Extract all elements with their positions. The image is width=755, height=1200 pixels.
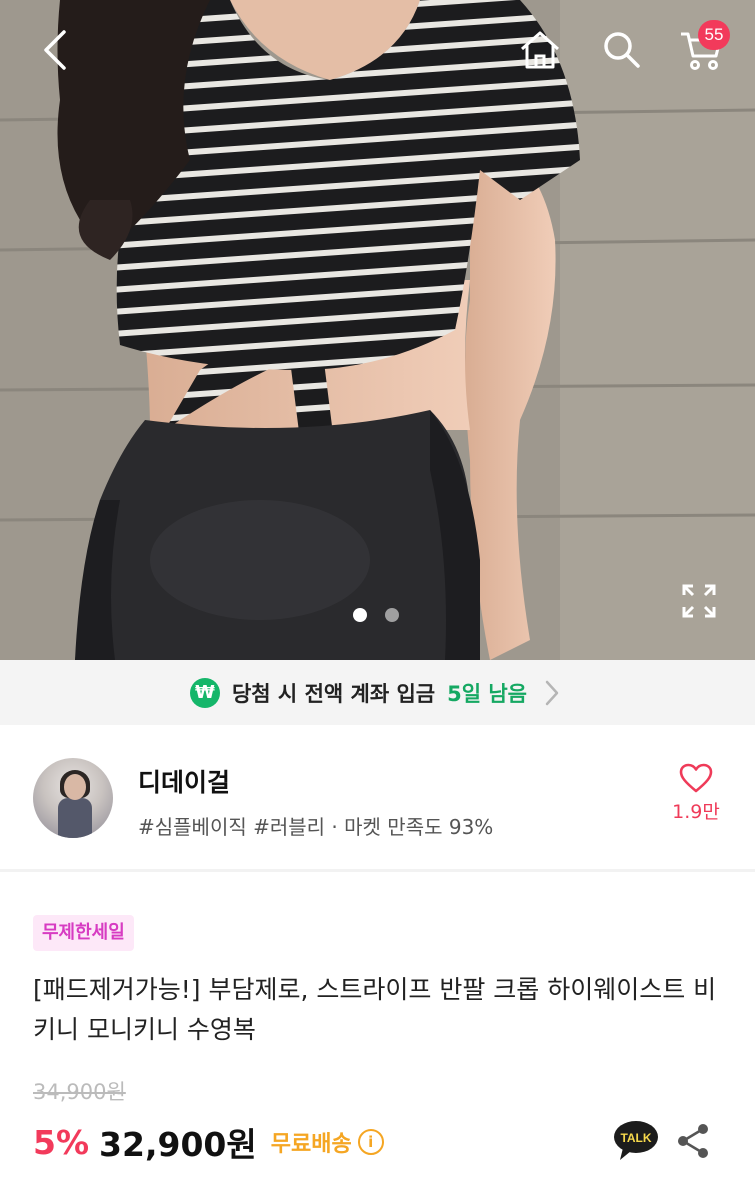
chevron-left-icon — [44, 30, 66, 70]
sale-badge: 무제한세일 — [33, 915, 134, 951]
pagination-dot[interactable] — [385, 608, 399, 622]
chevron-right-icon — [539, 678, 565, 708]
search-icon — [604, 32, 640, 68]
promo-text: 당첨 시 전액 계좌 입금 — [231, 681, 436, 706]
share-icon — [678, 1124, 708, 1158]
sale-price: 32,900원 — [99, 1125, 257, 1164]
free-shipping-label: 무료배송 — [270, 1132, 352, 1157]
kakao-talk-button[interactable]: TALK — [611, 1118, 661, 1164]
kakao-talk-label: TALK — [620, 1131, 651, 1145]
gallery-pagination — [353, 608, 399, 622]
like-count: 1.9만 — [672, 801, 720, 823]
home-button[interactable] — [512, 22, 568, 78]
pagination-dot-active[interactable] — [353, 608, 367, 622]
product-photo — [0, 0, 755, 660]
product-title: [패드제거가능!] 부담제로, 스트라이프 반팔 크롭 하이웨이스트 비키니 모… — [33, 975, 717, 1044]
info-icon[interactable]: i — [357, 1129, 384, 1155]
cart-count-badge: 55 — [698, 20, 730, 50]
original-price: 34,900원 — [33, 1080, 126, 1104]
expand-icon — [682, 584, 716, 618]
heart-icon — [679, 763, 713, 793]
search-button[interactable] — [594, 22, 650, 78]
promo-days-left: 5일 남음 — [447, 681, 527, 706]
like-button[interactable]: 1.9만 — [668, 763, 724, 824]
product-image-gallery[interactable]: 55 — [0, 0, 755, 660]
price-row: 5% 32,900원 무료배송 i — [33, 1117, 384, 1167]
share-button[interactable] — [673, 1120, 713, 1162]
back-button[interactable] — [30, 25, 80, 75]
fullscreen-button[interactable] — [674, 576, 724, 626]
shop-info[interactable]: 디데이걸 #심플베이직 #러블리 · 마켓 만족도 93% 1.9만 — [0, 725, 755, 872]
kakao-talk-icon: TALK — [614, 1121, 658, 1160]
shop-name[interactable]: 디데이걸 — [138, 763, 230, 799]
home-icon — [521, 31, 559, 69]
won-icon: ₩ — [189, 677, 220, 708]
promo-banner[interactable]: ₩ 당첨 시 전액 계좌 입금 5일 남음 — [0, 660, 755, 725]
shop-tags: #심플베이직 #러블리 · 마켓 만족도 93% — [138, 815, 494, 839]
discount-rate: 5% — [33, 1122, 90, 1162]
shop-avatar[interactable] — [33, 758, 113, 838]
